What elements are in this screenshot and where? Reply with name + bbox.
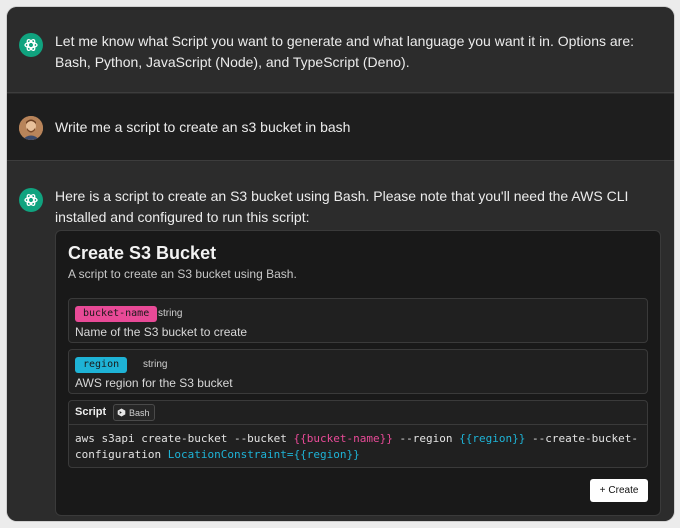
param-name-badge: bucket-name bbox=[75, 306, 158, 322]
bucket-name-variable: {{bucket-name}} bbox=[293, 432, 393, 445]
openai-logo-icon bbox=[19, 33, 43, 57]
user-avatar bbox=[19, 116, 43, 140]
script-label: Script bbox=[75, 406, 107, 418]
card-description: A script to create an S3 bucket using Ba… bbox=[68, 267, 297, 281]
param-description: Name of the S3 bucket to create bbox=[75, 325, 248, 339]
language-badge: Bash bbox=[113, 404, 155, 421]
param-type: string bbox=[143, 359, 168, 370]
param-type: string bbox=[158, 308, 183, 319]
card-title: Create S3 Bucket bbox=[68, 243, 217, 263]
region-variable: {{region}} bbox=[293, 448, 360, 461]
message-text: Write me a script to create an s3 bucket… bbox=[55, 119, 351, 135]
message-text: Here is a script to create an S3 bucket … bbox=[55, 188, 629, 225]
user-message: Write me a script to create an s3 bucket… bbox=[7, 94, 674, 161]
param-name-badge: region bbox=[75, 357, 128, 373]
plus-icon: + bbox=[599, 485, 606, 496]
script-header: Script Bash bbox=[69, 401, 647, 425]
param-region[interactable]: region string AWS region for the S3 buck… bbox=[68, 349, 648, 394]
code-line: aws s3api create-bucket --bucket {{bucke… bbox=[75, 432, 638, 445]
openai-logo-icon bbox=[19, 188, 43, 212]
assistant-message: Here is a script to create an S3 bucket … bbox=[7, 162, 674, 521]
create-button-label: Create bbox=[608, 485, 639, 496]
chat-window: Let me know what Script you want to gene… bbox=[7, 7, 674, 521]
region-variable: {{region}} bbox=[459, 432, 526, 445]
script-code: aws s3api create-bucket --bucket {{bucke… bbox=[75, 431, 641, 463]
create-button[interactable]: + Create bbox=[590, 479, 648, 502]
script-card: Create S3 Bucket A script to create an S… bbox=[55, 230, 661, 516]
bash-icon bbox=[117, 408, 126, 417]
code-line: configuration LocationConstraint={{regio… bbox=[75, 448, 360, 461]
param-description: AWS region for the S3 bucket bbox=[75, 376, 233, 390]
message-text: Let me know what Script you want to gene… bbox=[55, 33, 635, 70]
script-box: Script Bash aws s3api create-bucket --bu… bbox=[68, 400, 648, 468]
language-label: Bash bbox=[129, 407, 150, 418]
assistant-message: Let me know what Script you want to gene… bbox=[7, 7, 674, 93]
param-bucket-name[interactable]: bucket-name string Name of the S3 bucket… bbox=[68, 298, 648, 343]
